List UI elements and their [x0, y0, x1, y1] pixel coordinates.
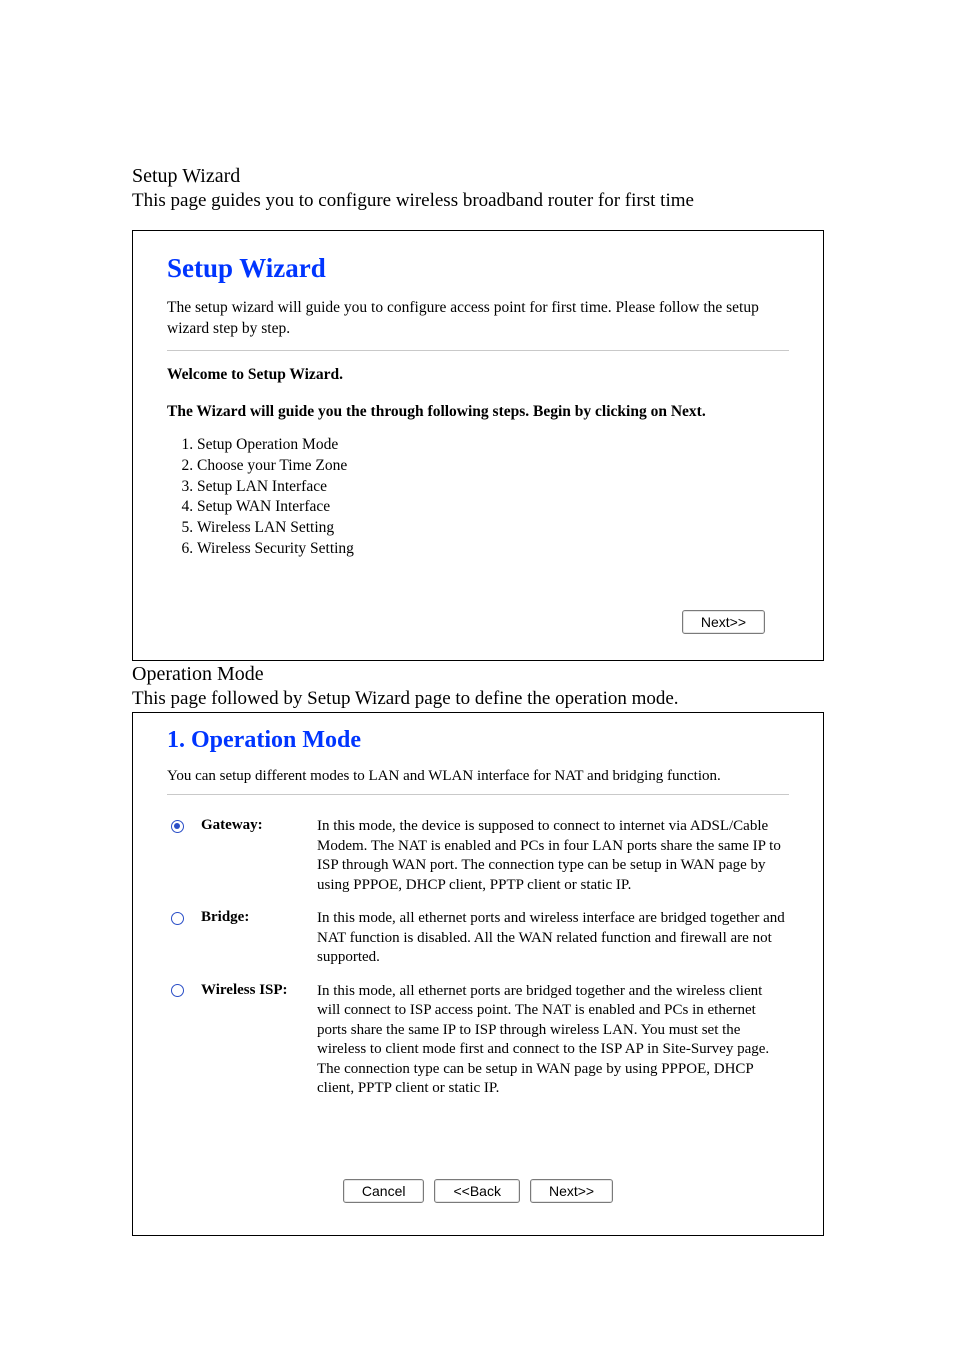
next-button[interactable]: Next>>: [682, 610, 765, 634]
mode-row-bridge: Bridge: In this mode, all ethernet ports…: [167, 905, 789, 972]
divider: [167, 350, 789, 351]
section-title-operation-mode: Operation Mode: [132, 663, 824, 686]
opmode-description: You can setup different modes to LAN and…: [167, 766, 789, 786]
wizard-step: Setup LAN Interface: [197, 477, 789, 498]
mode-desc-gateway: In this mode, the device is supposed to …: [313, 813, 789, 899]
wizard-step: Wireless Security Setting: [197, 539, 789, 560]
mode-row-wireless-isp: Wireless ISP: In this mode, all ethernet…: [167, 978, 789, 1103]
radio-gateway[interactable]: [171, 820, 184, 833]
wizard-guide-line: The Wizard will guide you the through fo…: [167, 402, 789, 423]
panel-title-operation-mode: 1. Operation Mode: [167, 727, 789, 754]
radio-wireless-isp[interactable]: [171, 984, 184, 997]
mode-label-wireless-isp: Wireless ISP:: [197, 978, 313, 1103]
cancel-button[interactable]: Cancel: [343, 1179, 425, 1203]
operation-mode-options: Gateway: In this mode, the device is sup…: [167, 807, 789, 1109]
mode-desc-wireless-isp: In this mode, all ethernet ports are bri…: [313, 978, 789, 1103]
mode-label-bridge: Bridge:: [197, 905, 313, 972]
radio-bridge[interactable]: [171, 912, 184, 925]
wizard-step: Setup Operation Mode: [197, 435, 789, 456]
back-button[interactable]: <<Back: [434, 1179, 519, 1203]
operation-mode-panel: 1. Operation Mode You can setup differen…: [132, 712, 824, 1236]
panel-title-setup-wizard: Setup Wizard: [167, 253, 789, 284]
wizard-step: Setup WAN Interface: [197, 497, 789, 518]
mode-row-gateway: Gateway: In this mode, the device is sup…: [167, 813, 789, 899]
section-desc-setup-wizard: This page guides you to configure wirele…: [132, 190, 824, 212]
next-button[interactable]: Next>>: [530, 1179, 613, 1203]
setup-wizard-panel: Setup Wizard The setup wizard will guide…: [132, 230, 824, 661]
section-desc-operation-mode: This page followed by Setup Wizard page …: [132, 688, 824, 710]
wizard-welcome: Welcome to Setup Wizard.: [167, 365, 789, 386]
mode-desc-bridge: In this mode, all ethernet ports and wir…: [313, 905, 789, 972]
wizard-steps-list: Setup Operation Mode Choose your Time Zo…: [173, 435, 789, 561]
wizard-step: Choose your Time Zone: [197, 456, 789, 477]
wizard-description: The setup wizard will guide you to confi…: [167, 298, 789, 340]
wizard-step: Wireless LAN Setting: [197, 518, 789, 539]
mode-label-gateway: Gateway:: [197, 813, 313, 899]
divider: [167, 794, 789, 795]
section-title-setup-wizard: Setup Wizard: [132, 165, 824, 188]
